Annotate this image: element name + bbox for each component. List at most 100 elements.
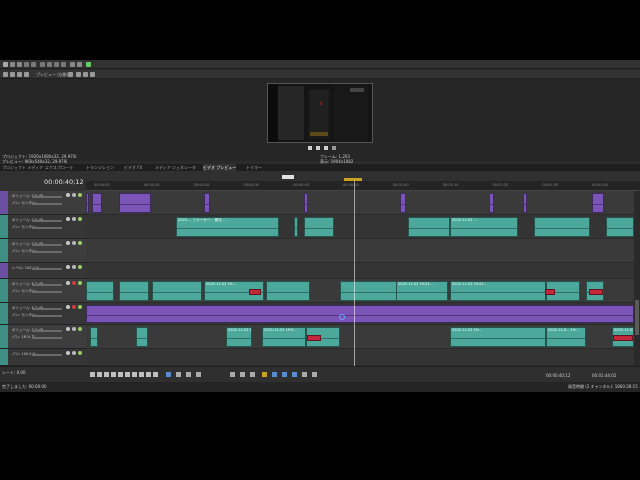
track-header-5[interactable]: ボリューム: 6.7 dB パン: センター [0,279,86,303]
mute-icon[interactable] [66,281,70,285]
play-icon-transport[interactable] [111,372,116,377]
audio-event-clip[interactable]: 2025-11-02 19:2... [226,327,252,347]
stop-icon-transport[interactable] [125,372,130,377]
mute-icon[interactable] [66,193,70,197]
envelope-tool-icon[interactable] [176,372,181,377]
preview-quality-select[interactable]: プレビュー (自動) [36,72,68,77]
split-tool-icon[interactable] [230,372,235,377]
solo-icon[interactable] [72,351,76,355]
selection-tool-icon[interactable] [186,372,191,377]
track-param-slider[interactable] [32,291,62,293]
pause-icon[interactable] [316,146,320,150]
audio-event-clip[interactable]: 2025-11-0... 19:... [546,327,586,347]
lock-envelopes-icon[interactable] [282,372,287,377]
track-param-slider[interactable] [32,337,62,339]
track-header-6[interactable]: ボリューム: 6.7 dB パン: センター [0,303,86,325]
play-from-start-icon[interactable] [104,372,109,377]
go-to-start-icon[interactable] [132,372,137,377]
video-event-clip[interactable] [86,193,89,213]
video-event-clip[interactable] [86,305,634,323]
solo-icon[interactable] [72,193,76,197]
track-lane-3[interactable] [86,239,634,263]
track-param-slider[interactable] [32,330,62,332]
track-param-slider[interactable] [32,251,62,253]
fx-icon[interactable] [78,327,82,331]
vertical-scrollbar[interactable] [634,191,640,366]
track-lane-8[interactable] [86,349,634,366]
track-header-3[interactable]: ボリューム: 0.0 dB パン: センター [0,239,86,263]
render-icon[interactable] [31,62,36,67]
zoom-tool-icon[interactable] [196,372,201,377]
video-output-icon[interactable] [3,72,8,77]
mute-icon[interactable] [66,327,70,331]
audio-event-clip[interactable]: 2025-11-02 19:21... [396,281,448,301]
fx-icon[interactable] [78,193,82,197]
play-icon[interactable] [308,146,312,150]
loop-icon[interactable] [332,146,336,150]
ignore-grouping-icon[interactable] [292,372,297,377]
video-event-clip[interactable] [489,193,494,213]
audio-event-clip[interactable] [86,281,114,301]
mute-icon[interactable] [66,241,70,245]
solo-icon[interactable] [72,241,76,245]
track-header-7[interactable]: ボリューム: 3.3 dB パン: 18 % 左 [0,325,86,349]
video-event-clip[interactable] [92,193,102,213]
go-to-end-icon[interactable] [139,372,144,377]
track-param-slider[interactable] [32,284,62,286]
audio-event-clip[interactable]: 2025-11-02 ... [450,217,518,237]
normal-edit-tool-icon[interactable] [166,372,171,377]
grid-icon[interactable] [90,72,95,77]
region-icon[interactable] [312,372,317,377]
audio-event-clip[interactable]: 2025-... フォーカー... 魔法... [176,217,279,237]
track-param-slider[interactable] [32,227,62,229]
trim-start-icon[interactable] [240,372,245,377]
playhead-cursor[interactable] [354,181,355,366]
redo-icon[interactable] [77,62,82,67]
track-param-slider[interactable] [32,354,62,356]
fx-icon[interactable] [78,351,82,355]
audio-event-clip[interactable] [408,217,450,237]
audio-event-clip[interactable] [266,281,310,301]
tab-project-media[interactable]: プロジェクト メディア [2,164,43,171]
video-event-clip[interactable] [304,193,308,213]
stop-icon[interactable] [324,146,328,150]
track-param-slider[interactable] [32,315,62,317]
undo-icon[interactable] [70,62,75,67]
track-lane-4[interactable] [86,263,634,279]
prev-frame-icon[interactable] [146,372,151,377]
auto-ripple-icon[interactable] [272,372,277,377]
audio-event-clip[interactable] [136,327,148,347]
solo-icon[interactable] [72,305,76,309]
solo-icon[interactable] [72,217,76,221]
track-param-slider[interactable] [32,203,62,205]
loop-playback-icon[interactable] [97,372,102,377]
track-header-4[interactable]: レベル: 100.0 % [0,263,86,279]
snap-icon[interactable] [262,372,267,377]
video-event-clip[interactable] [204,193,210,213]
fx-icon[interactable] [78,217,82,221]
properties-icon[interactable] [24,62,29,67]
loop-region-marker[interactable] [282,175,294,179]
audio-event-clip[interactable] [304,217,334,237]
audio-event-clip[interactable] [90,327,98,347]
tab-video-fx[interactable]: ビデオ FX [124,164,142,171]
open-icon[interactable] [10,62,15,67]
trim-end-icon[interactable] [250,372,255,377]
record-icon[interactable] [90,372,95,377]
fx-icon[interactable] [78,265,82,269]
audio-event-clip[interactable] [119,281,149,301]
pause-icon-transport[interactable] [118,372,123,377]
audio-event-clip[interactable] [340,281,400,301]
save-icon[interactable] [17,62,22,67]
delete-icon[interactable] [61,62,66,67]
track-header-2[interactable]: ボリューム: 0.0 dB パン: センター [0,215,86,239]
wand-icon[interactable] [86,62,91,67]
overlay-icon[interactable] [24,72,29,77]
tab-transitions[interactable]: トランジション [86,164,114,171]
video-event-clip[interactable] [119,193,151,213]
timeline-ruler[interactable]: 00:00:00 00:00:10 00:00:20 00:00:30 00:00:40… [86,175,640,191]
audio-event-clip[interactable]: 2025-11-02 19:... [450,327,546,347]
tab-trimmer[interactable]: トリマー [246,164,262,171]
audio-event-clip[interactable] [534,217,590,237]
split-icon[interactable] [17,72,22,77]
